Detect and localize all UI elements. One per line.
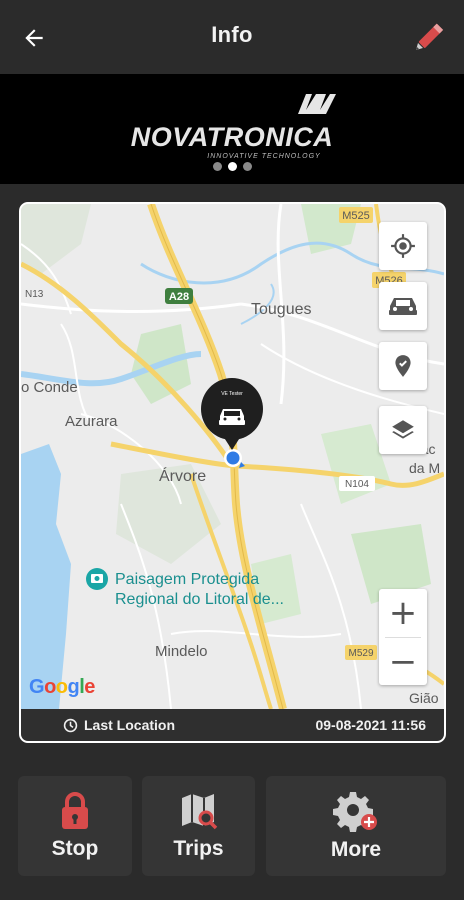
lock-icon [62,792,88,829]
map-label-tougues: Tougues [251,301,312,318]
map-label-n13: N13 [25,289,44,300]
layers-button[interactable] [379,406,427,454]
zoom-control: + − [379,589,427,685]
car-icon [389,298,417,315]
trips-button-label: Trips [173,837,224,860]
map-label-giao: Gião [409,690,439,706]
map-view[interactable]: M525 M526 N13 A28 N104 M529 Tougues o Co… [19,202,446,743]
map-label-m525: M525 [342,210,370,222]
stop-button-label: Stop [51,837,99,860]
map-label-paisagem-2: Regional do Litoral de... [115,591,284,608]
svg-text:NOVATRONICA: NOVATRONICA [131,122,334,152]
vehicle-pin-icon [201,378,263,450]
map-label-paisagem-1: Paisagem Protegida [115,571,259,588]
trips-button[interactable]: Trips [142,776,255,876]
map-label-mindelo: Mindelo [155,643,208,660]
vehicle-focus-button[interactable] [379,282,427,330]
last-location-label-group: Last Location [63,717,175,733]
map-label-da-m: da M [409,460,440,476]
my-location-icon [391,234,415,258]
top-bar: Info [0,0,464,74]
last-location-timestamp: 09-08-2021 11:56 [315,717,426,733]
zoom-in-button[interactable]: + [379,589,427,637]
map-search-icon [181,794,217,830]
carousel-dot[interactable] [242,162,252,171]
more-button-label: More [330,838,382,861]
my-location-button[interactable] [379,222,427,270]
action-bar: Stop Trips More [0,776,464,876]
map-label-m529: M529 [348,648,373,659]
map-label-n104: N104 [345,479,369,490]
stop-button[interactable]: Stop [18,776,132,876]
novatronica-logo: NOVATRONICA INNOVATIVE TECHNOLOGY [131,94,336,160]
google-attribution: Google [29,676,95,698]
map-label-azurara: Azurara [65,413,118,430]
edit-button[interactable] [408,16,450,58]
clock-icon [63,718,78,732]
pin-icon [395,355,411,377]
carousel-dot[interactable] [212,162,222,171]
map-label-arvore: Árvore [159,466,206,485]
vehicle-name: VE Tester [221,391,243,397]
last-location-bar: Last Location 09-08-2021 11:56 [21,709,444,741]
last-location-label: Last Location [84,717,176,733]
map-label-a28: A28 [169,291,189,303]
layers-icon [392,420,414,439]
settings-add-icon [333,792,377,832]
pencil-icon [416,23,444,50]
page-title: Info [211,22,253,47]
svg-text:INNOVATIVE TECHNOLOGY: INNOVATIVE TECHNOLOGY [207,153,321,160]
vehicle-marker[interactable]: VE Tester [199,378,265,456]
zoom-out-button[interactable]: − [379,638,427,686]
places-button[interactable] [379,342,427,390]
map-label-conde: o Conde [21,379,78,396]
carousel-dot-active[interactable] [227,162,237,171]
carousel-dots [0,162,464,176]
more-button[interactable]: More [266,776,446,876]
